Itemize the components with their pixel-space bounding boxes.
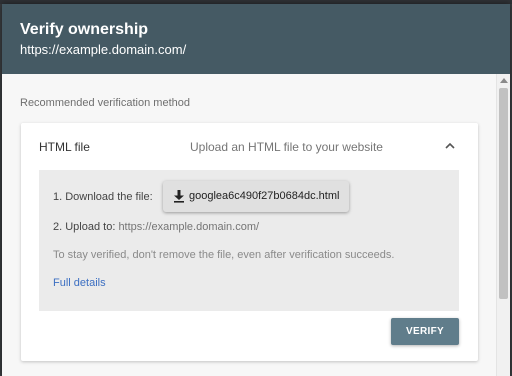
step2-prefix: 2. Upload to:	[53, 221, 119, 233]
step2-label: 2. Upload to: https://example.domain.com…	[53, 221, 259, 233]
dialog-header: Verify ownership https://example.domain.…	[2, 4, 510, 74]
vertical-scrollbar[interactable]	[496, 74, 510, 376]
chevron-up-icon[interactable]	[439, 135, 461, 157]
download-icon	[174, 190, 184, 203]
verification-note: To stay verified, don't remove the file,…	[53, 249, 395, 261]
verify-ownership-dialog: Verify ownership https://example.domain.…	[2, 4, 510, 376]
step2-url: https://example.domain.com/	[118, 221, 260, 233]
full-details-link[interactable]: Full details	[53, 277, 106, 289]
dialog-title: Verify ownership	[20, 21, 149, 38]
method-details-panel: 1. Download the file: googlea6c490f27b06…	[39, 170, 459, 311]
property-url: https://example.domain.com/	[20, 42, 187, 57]
scroll-up-arrow-icon[interactable]	[500, 78, 508, 83]
step1-label: 1. Download the file:	[53, 191, 153, 203]
section-label: Recommended verification method	[20, 97, 190, 109]
verify-button[interactable]: VERIFY	[391, 318, 459, 345]
method-description[interactable]: Upload an HTML file to your website	[190, 140, 383, 154]
scrollbar-thumb[interactable]	[499, 88, 508, 299]
download-file-button[interactable]: googlea6c490f27b0684dc.html	[163, 181, 349, 212]
download-filename: googlea6c490f27b0684dc.html	[189, 190, 340, 202]
dialog-body: Recommended verification method HTML fil…	[2, 74, 496, 376]
html-file-method-card: HTML file Upload an HTML file to your we…	[21, 123, 478, 361]
method-name[interactable]: HTML file	[39, 140, 90, 154]
